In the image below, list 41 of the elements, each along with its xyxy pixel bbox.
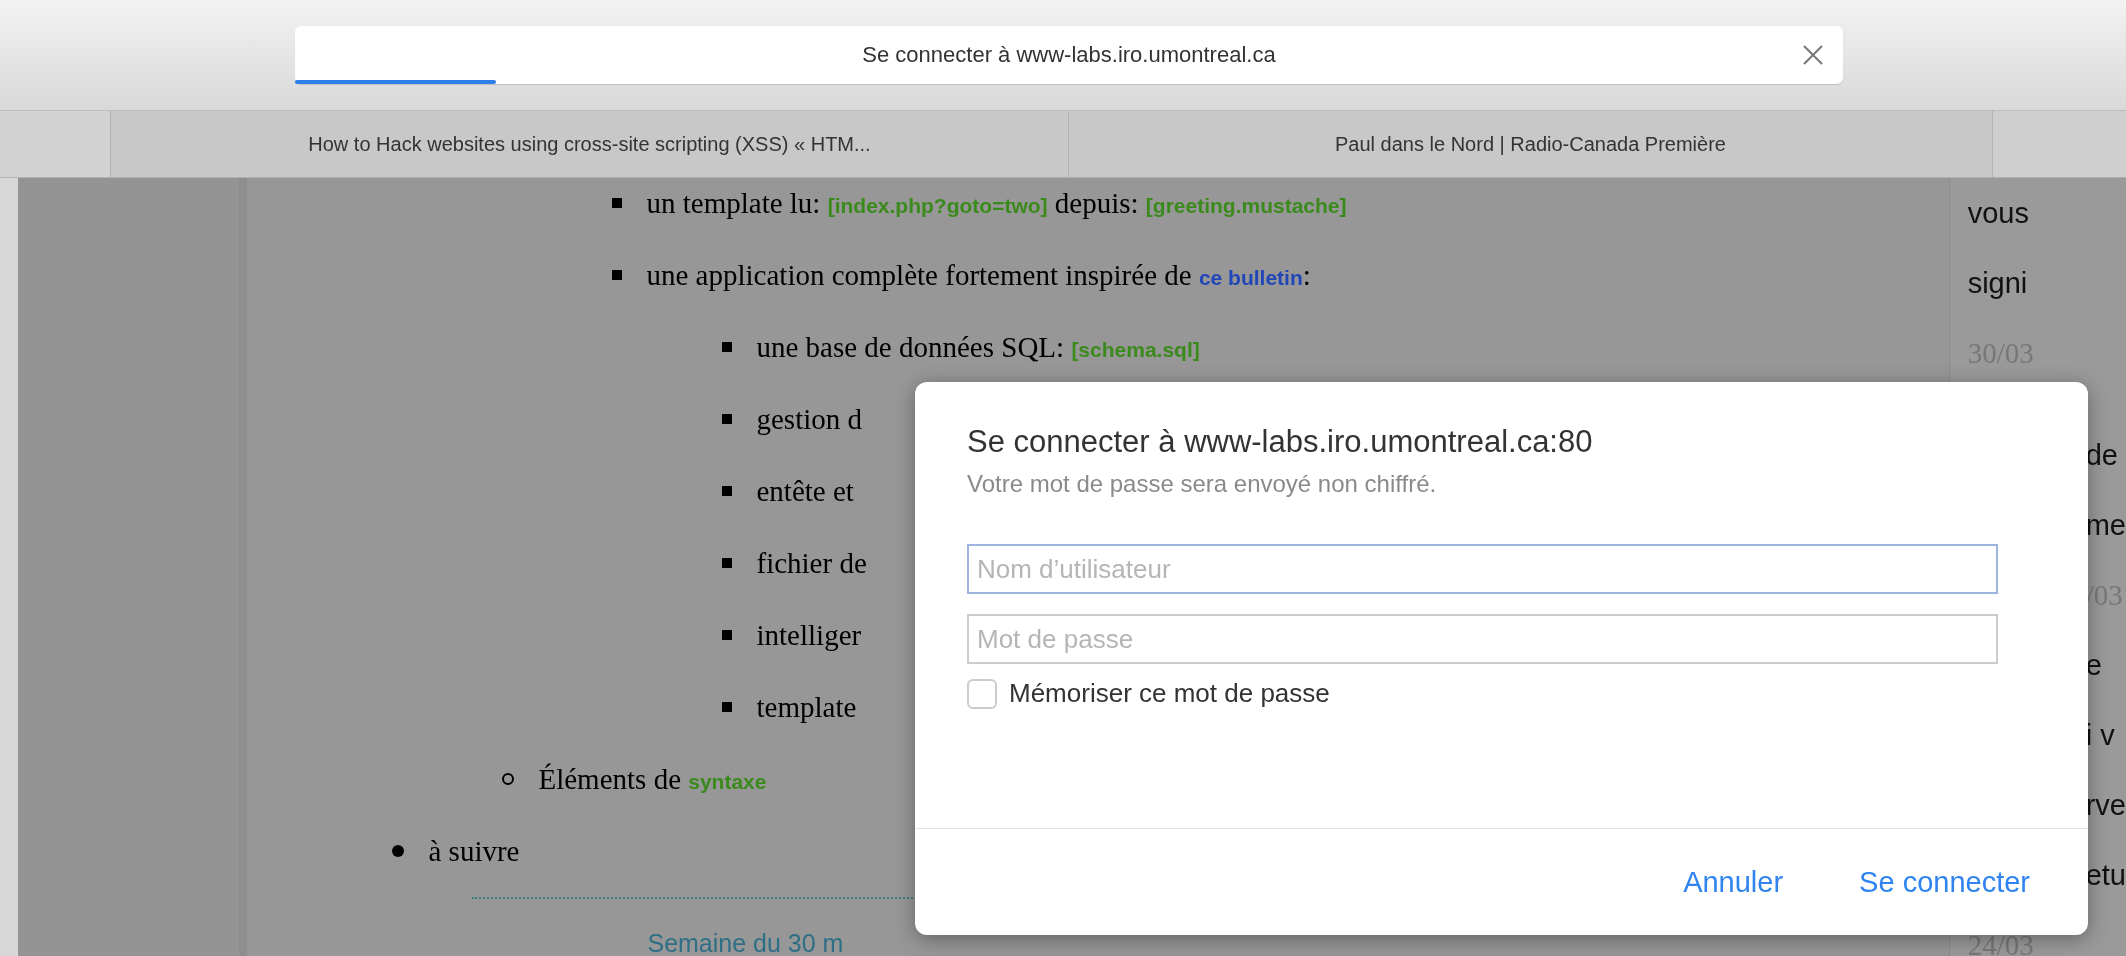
text-fragment: me — [2085, 507, 2126, 543]
bullet-icon — [722, 342, 733, 352]
address-bar[interactable]: Se connecter à www-labs.iro.umontreal.ca — [295, 26, 1843, 84]
list-item-text: fichier de — [756, 546, 867, 580]
bullet-icon — [612, 270, 623, 280]
checkbox[interactable] — [967, 678, 997, 709]
list-item-text: un template lu: [index.php?goto=two] depuis: [greeting.mustache] — [646, 186, 1347, 220]
list-item-text: une base de données SQL: [schema.sql] — [756, 330, 1200, 364]
bullet-icon — [722, 414, 733, 424]
dialog-button[interactable]: Annuler — [1683, 865, 1784, 899]
dialog-title: Se connecter à www-labs.iro.umontreal.ca:80 — [967, 424, 1593, 460]
text-fragment: vous — [1967, 195, 2029, 231]
list-item-text: une application complète fortement inspirée de ce bulletin: — [646, 258, 1311, 292]
bullet-icon — [722, 702, 733, 712]
dialog-button[interactable]: Se connecter — [1859, 865, 2030, 899]
text-fragment: i v — [2085, 717, 2115, 753]
username-field[interactable]: Nom d’utilisateur — [967, 544, 1998, 594]
checkbox-label: Mémoriser ce mot de passe — [1009, 678, 1330, 709]
text-fragment: rve — [2085, 787, 2126, 823]
bullet-icon — [722, 630, 733, 640]
list-item-text: template — [756, 690, 857, 724]
close-icon[interactable] — [1801, 43, 1825, 67]
list-item-text: intelliger — [756, 618, 862, 652]
dialog-subtitle: Votre mot de passe sera envoyé non chiffré. — [967, 470, 1437, 498]
week-heading: Semaine du 30 m — [647, 929, 844, 956]
password-field[interactable]: Mot de passe — [967, 614, 1998, 664]
list-item-text: entête et — [756, 474, 854, 508]
list-item-text: Éléments de syntaxe — [538, 762, 767, 796]
text-fragment: signi — [1967, 265, 2028, 301]
bullet-icon — [392, 845, 405, 857]
text-fragment: etu — [2085, 857, 2126, 893]
list-item-text: à suivre — [428, 834, 520, 868]
bullet-icon — [722, 486, 733, 496]
browser-tab[interactable]: Paul dans le Nord | Radio-Canada Première — [1069, 111, 1993, 177]
list-item-text: gestion d — [756, 402, 862, 436]
text-fragment: de — [2085, 437, 2118, 473]
bullet-icon — [502, 773, 515, 785]
browser-tab[interactable]: How to Hack websites using cross-site scripting (XSS) « HTM... — [111, 111, 1069, 177]
link[interactable]: ce bulletin — [1198, 265, 1303, 289]
bullet-icon — [722, 558, 733, 568]
bullet-icon — [612, 198, 623, 208]
